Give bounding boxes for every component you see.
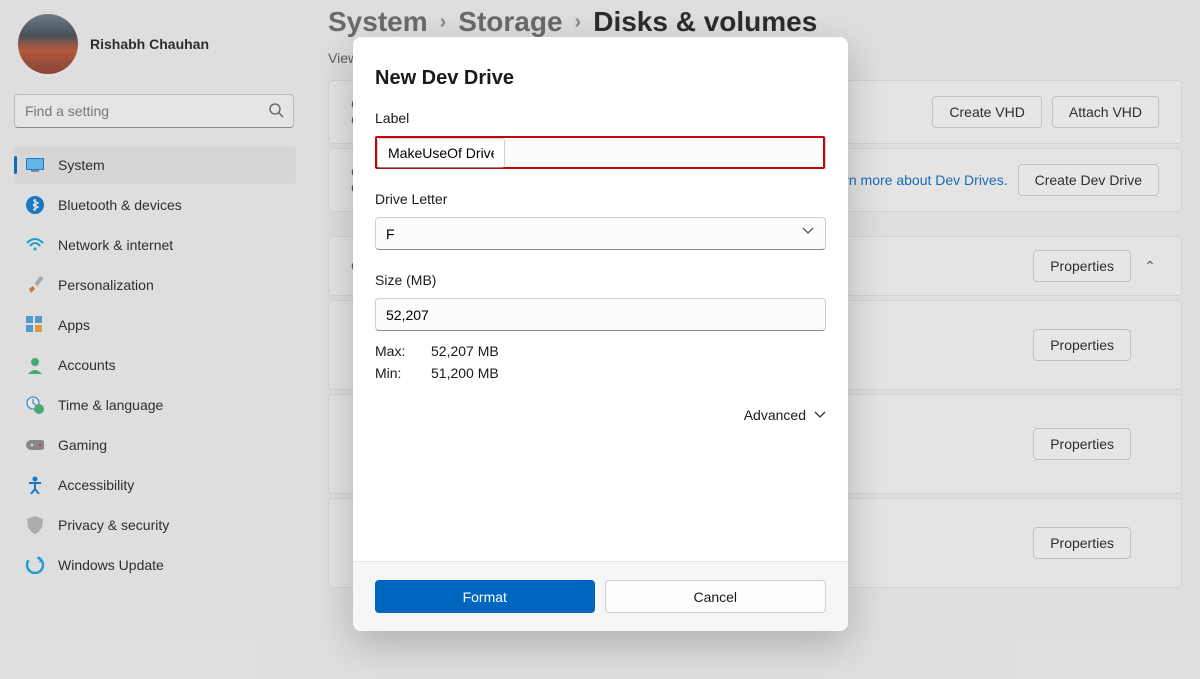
advanced-toggle[interactable]: Advanced (375, 407, 826, 423)
drive-letter-label: Drive Letter (375, 191, 826, 207)
chevron-down-icon (814, 409, 826, 421)
size-input[interactable] (375, 298, 826, 331)
drive-label-input[interactable] (377, 138, 505, 168)
advanced-label: Advanced (744, 407, 806, 423)
label-highlight (375, 136, 825, 169)
new-dev-drive-dialog: New Dev Drive Label Drive Letter Size (M… (353, 37, 848, 631)
dialog-footer: Format Cancel (353, 561, 848, 631)
max-label: Max: (375, 343, 431, 359)
cancel-button[interactable]: Cancel (605, 580, 827, 613)
dialog-title: New Dev Drive (375, 67, 826, 90)
format-button[interactable]: Format (375, 580, 595, 613)
drive-letter-value[interactable] (375, 217, 826, 250)
min-label: Min: (375, 365, 431, 381)
min-value: 51,200 MB (431, 365, 826, 381)
max-value: 52,207 MB (431, 343, 826, 359)
size-field-label: Size (MB) (375, 272, 826, 288)
drive-label-input-extension[interactable] (825, 136, 826, 169)
drive-letter-select[interactable] (375, 217, 826, 250)
label-field-label: Label (375, 110, 826, 126)
